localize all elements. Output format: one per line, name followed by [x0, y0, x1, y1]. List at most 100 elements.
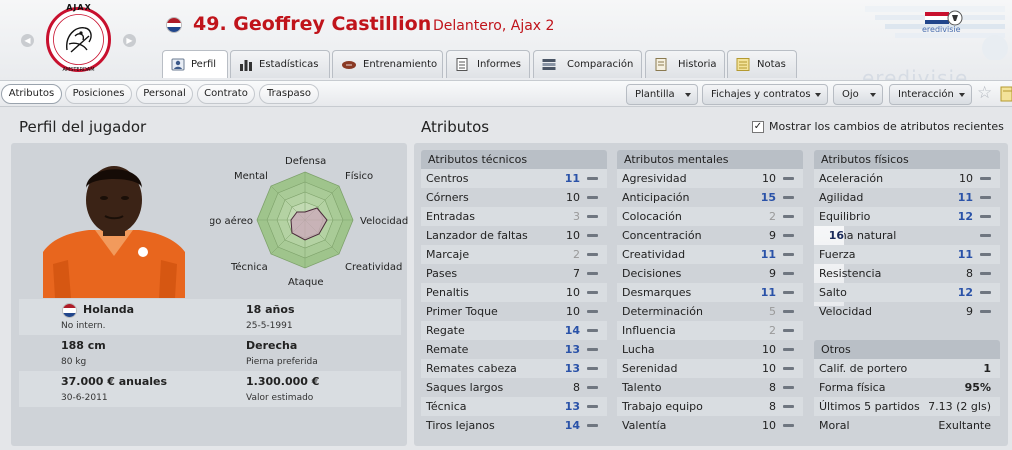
ojo-dropdown[interactable]: Ojo — [833, 84, 883, 105]
attribute-name: Marcaje — [426, 248, 470, 261]
attribute-value: 10 — [566, 286, 580, 299]
star-icon[interactable]: ☆ — [977, 83, 992, 103]
tab-label: Comparación — [567, 59, 634, 70]
attribute-value: 8 — [573, 381, 580, 394]
attribute-name: Talento — [622, 381, 662, 394]
no-change-dash-icon — [980, 310, 991, 313]
attribute-value: 9 — [769, 267, 776, 280]
notepad-icon[interactable] — [1000, 86, 1012, 102]
attribute-value: 95% — [964, 381, 991, 394]
subnav-traspaso[interactable]: Traspaso — [259, 84, 319, 104]
attribute-value: 13 — [564, 343, 580, 356]
no-change-dash-icon — [587, 405, 598, 408]
plantilla-dropdown[interactable]: Plantilla — [626, 84, 698, 105]
attribute-name: Salto — [819, 286, 847, 299]
attribute-name: Anticipación — [622, 191, 690, 204]
attribute-row: Desmarques 11 — [617, 283, 803, 302]
radar-label-tecnica: Técnica — [231, 262, 268, 273]
recent-changes-label: Mostrar los cambios de atributos recient… — [769, 120, 1004, 133]
info-row-physique: 188 cm 80 kg Derecha Pierna preferida — [19, 335, 401, 371]
attribute-value: 5 — [769, 305, 776, 318]
mental-attributes: Atributos mentales Agresividad 10 Anticipa… — [617, 150, 803, 435]
radar-label-ataque: Ataque — [288, 277, 324, 288]
no-change-dash-icon — [587, 348, 598, 351]
attribute-name: Lanzador de faltas — [426, 229, 528, 242]
tab-historia[interactable]: Historia — [645, 50, 725, 78]
caret-down-icon — [959, 93, 965, 97]
attribute-value: 8 — [769, 381, 776, 394]
profile-section-title: Perfil del jugador — [19, 118, 147, 136]
no-change-dash-icon — [980, 291, 991, 294]
attribute-row: Calif. de portero 1 — [814, 359, 1000, 378]
technical-attributes-title: Atributos técnicos — [421, 150, 607, 169]
attribute-value: 10 — [762, 343, 776, 356]
attribute-value: 11 — [760, 286, 776, 299]
no-change-dash-icon — [783, 215, 794, 218]
interaccion-dropdown[interactable]: Interacción — [889, 84, 972, 105]
subnav-contrato[interactable]: Contrato — [197, 84, 255, 104]
attribute-row: Concentración 9 — [617, 226, 803, 245]
attribute-value: 10 — [959, 172, 973, 185]
birth-date: 25-5-1991 — [246, 321, 293, 331]
subnav-personal[interactable]: Personal — [136, 84, 193, 104]
attribute-value: 12 — [957, 210, 973, 223]
attribute-value: 8 — [966, 267, 973, 280]
no-change-dash-icon — [980, 215, 991, 218]
league-logo-text: eredivisie — [922, 25, 961, 34]
radar-label-defensa: Defensa — [285, 156, 327, 167]
attribute-name: Agresividad — [622, 172, 687, 185]
technical-attributes: Atributos técnicos Centros 11 Córners 10 Ent… — [421, 150, 607, 435]
tab-perfil[interactable]: Perfil — [162, 50, 228, 78]
physical-attributes-title: Atributos físicos — [814, 150, 1000, 169]
attribute-value: 11 — [564, 172, 580, 185]
attribute-row: Regate 14 — [421, 321, 607, 340]
no-change-dash-icon — [783, 329, 794, 332]
tab-informes[interactable]: Informes — [446, 50, 530, 78]
attribute-name: Penaltis — [426, 286, 469, 299]
rugby-ball-icon — [342, 61, 356, 69]
no-change-dash-icon — [587, 234, 598, 237]
attribute-name: Técnica — [426, 400, 467, 413]
club-logo-text: AJAX — [66, 3, 92, 12]
wage: 37.000 € anuales — [61, 375, 168, 388]
tab-label: Perfil — [191, 59, 217, 70]
forward-arrow-icon[interactable]: ▶ — [123, 34, 136, 47]
attribute-row: Córners 10 — [421, 188, 607, 207]
attribute-row: Lucha 10 — [617, 340, 803, 359]
tab-estadisticas[interactable]: Estadísticas — [230, 50, 330, 78]
attribute-value: 11 — [957, 248, 973, 261]
fichajes-dropdown[interactable]: Fichajes y contratos — [702, 84, 828, 105]
attribute-name: Creatividad — [622, 248, 686, 261]
attribute-value: 10 — [762, 419, 776, 432]
dropdown-label: Ojo — [842, 89, 859, 100]
attribute-name: Moral — [819, 419, 850, 432]
attribute-value: 15 — [760, 191, 776, 204]
attribute-name: Concentración — [622, 229, 702, 242]
attribute-row: Resistencia 8 — [814, 264, 1000, 283]
no-change-dash-icon — [783, 177, 794, 180]
attribute-row: Pases 7 — [421, 264, 607, 283]
attribute-row: Últimos 5 partidos 7.13 (2 gls) — [814, 397, 1000, 416]
tab-entrenamiento[interactable]: Entrenamiento — [332, 50, 443, 78]
radar-label-juego-aereo: Juego aéreo — [210, 216, 253, 227]
tab-label: Estadísticas — [259, 59, 319, 70]
attribute-row: Centros 11 — [421, 169, 607, 188]
attribute-name: Últimos 5 partidos — [819, 400, 920, 413]
back-arrow-icon[interactable]: ◀ — [21, 34, 34, 47]
caret-down-icon — [870, 93, 876, 97]
subnav-atributos[interactable]: Atributos — [1, 84, 62, 104]
attribute-value: 10 — [566, 305, 580, 318]
no-change-dash-icon — [980, 272, 991, 275]
attribute-value: 2 — [769, 324, 776, 337]
radar-label-fisico: Físico — [345, 171, 374, 182]
no-change-dash-icon — [980, 234, 991, 237]
tab-comparacion[interactable]: Comparación — [533, 50, 642, 78]
tab-notas[interactable]: Notas — [727, 50, 797, 78]
radar-label-velocidad: Velocidad — [360, 216, 409, 227]
other-attributes-title: Otros — [814, 340, 1000, 359]
subnav-posiciones[interactable]: Posiciones — [65, 84, 132, 104]
international-status: No intern. — [61, 321, 106, 331]
attribute-row: Agilidad 11 — [814, 188, 1000, 207]
attribute-name: Resistencia — [819, 267, 882, 280]
recent-changes-checkbox[interactable]: ✓ — [752, 121, 764, 133]
